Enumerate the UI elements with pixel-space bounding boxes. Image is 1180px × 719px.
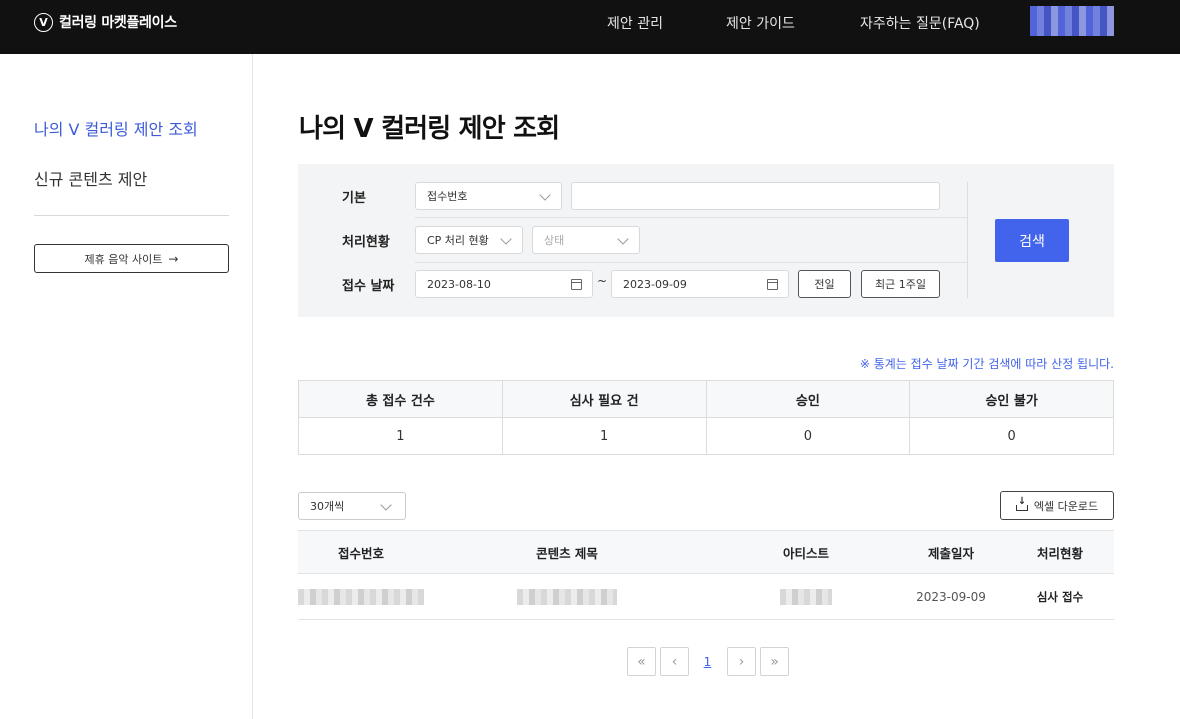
cell-content-title[interactable] bbox=[482, 574, 652, 619]
page-number-current[interactable]: 1 bbox=[693, 647, 722, 676]
basic-search-input[interactable] bbox=[571, 182, 940, 210]
chevron-down-icon bbox=[380, 499, 392, 511]
statistics-value-row: 1 1 0 0 bbox=[299, 418, 1113, 454]
date-from-field[interactable]: 2023-08-10 bbox=[415, 270, 593, 298]
date-range-separator: ~ bbox=[597, 274, 608, 288]
top-navigation-bar: V 컬러링 마켓플레이스 제안 관리 제안 가이드 자주하는 질문(FAQ) bbox=[0, 0, 1180, 54]
basic-filter-value: 접수번호 bbox=[427, 190, 468, 203]
next-page-button[interactable]: › bbox=[727, 647, 756, 676]
stat-header-review-needed: 심사 필요 건 bbox=[503, 381, 707, 417]
sidebar-item-my-proposals[interactable]: 나의 V 컬러링 제안 조회 bbox=[34, 116, 198, 140]
cp-status-value: CP 처리 현황 bbox=[427, 234, 489, 247]
status-filter-label: 처리현황 bbox=[342, 235, 390, 250]
sidebar-divider bbox=[34, 215, 229, 216]
page-size-value: 30개씩 bbox=[310, 500, 345, 513]
previous-page-button[interactable]: ‹ bbox=[660, 647, 689, 676]
cell-artist bbox=[736, 574, 876, 619]
page-title: 나의 V 컬러링 제안 조회 bbox=[299, 114, 560, 144]
nav-proposal-guide[interactable]: 제안 가이드 bbox=[726, 13, 795, 33]
previous-day-button[interactable]: 전일 bbox=[798, 270, 851, 298]
excel-download-button[interactable]: 엑셀 다운로드 bbox=[1000, 491, 1114, 520]
stat-header-rejected: 승인 불가 bbox=[985, 393, 1038, 409]
stat-value-approved: 0 bbox=[707, 418, 911, 454]
search-button[interactable]: 검색 bbox=[995, 219, 1069, 262]
basic-filter-select[interactable]: 접수번호 bbox=[415, 182, 562, 210]
table-row[interactable]: 2023-09-09 심사 접수 bbox=[298, 574, 1114, 620]
calendar-icon[interactable] bbox=[571, 279, 582, 290]
partner-button-label: 제휴 음악 사이트 bbox=[84, 252, 163, 266]
col-header-content-title[interactable]: 콘텐츠 제목 bbox=[482, 531, 652, 573]
redacted-content-title bbox=[517, 588, 617, 605]
arrow-right-icon: → bbox=[168, 251, 179, 266]
nav-faq[interactable]: 자주하는 질문(FAQ) bbox=[860, 13, 980, 33]
partner-music-site-button[interactable]: 제휴 음악 사이트 → bbox=[34, 244, 229, 273]
stat-header-approved: 승인 bbox=[707, 381, 911, 417]
status-select[interactable]: 상태 bbox=[532, 226, 640, 254]
list-header-row: 접수번호 콘텐츠 제목 아티스트 제출일자 처리현황 bbox=[298, 530, 1114, 574]
stat-value-total: 1 bbox=[299, 418, 503, 454]
cell-submit-date: 2023-09-09 bbox=[916, 589, 986, 604]
date-to-value: 2023-09-09 bbox=[623, 277, 687, 291]
stat-value-rejected: 0 bbox=[1007, 428, 1016, 444]
date-from-value: 2023-08-10 bbox=[427, 277, 491, 291]
last-week-button[interactable]: 최근 1주일 bbox=[861, 270, 940, 298]
calendar-icon[interactable] bbox=[767, 279, 778, 290]
cell-status: 심사 접수 bbox=[1036, 589, 1084, 604]
redacted-artist bbox=[780, 588, 832, 605]
first-page-button[interactable]: « bbox=[627, 647, 656, 676]
statistics-header-row: 총 접수 건수 심사 필요 건 승인 승인 불가 bbox=[299, 381, 1113, 418]
chevron-down-icon bbox=[539, 189, 551, 201]
filter-row-divider bbox=[415, 262, 968, 263]
nav-proposal-management[interactable]: 제안 관리 bbox=[607, 13, 663, 33]
proposal-list-table: 접수번호 콘텐츠 제목 아티스트 제출일자 처리현황 2023-09-09 심사… bbox=[298, 530, 1114, 620]
sidebar-item-new-proposal[interactable]: 신규 콘텐츠 제안 bbox=[34, 166, 147, 190]
statistics-table: 총 접수 건수 심사 필요 건 승인 승인 불가 1 1 0 0 bbox=[298, 380, 1114, 455]
chevron-down-icon bbox=[617, 233, 629, 245]
cell-receipt-number bbox=[298, 574, 424, 619]
search-filter-panel: 기본 접수번호 처리현황 CP 처리 현황 상태 접수 날짜 2023-08-1… bbox=[298, 164, 1114, 317]
redacted-receipt-number bbox=[298, 588, 424, 605]
last-page-button[interactable]: » bbox=[760, 647, 789, 676]
brand-logo[interactable]: V 컬러링 마켓플레이스 bbox=[34, 12, 177, 32]
chevron-down-icon bbox=[500, 233, 512, 245]
col-header-artist[interactable]: 아티스트 bbox=[736, 531, 876, 573]
col-header-submit-date[interactable]: 제출일자 bbox=[903, 531, 999, 573]
stat-header-total: 총 접수 건수 bbox=[299, 381, 503, 417]
cp-status-select[interactable]: CP 처리 현황 bbox=[415, 226, 523, 254]
page-size-select[interactable]: 30개씩 bbox=[298, 492, 406, 520]
basic-filter-label: 기본 bbox=[342, 191, 366, 206]
col-header-receipt-number[interactable]: 접수번호 bbox=[298, 531, 424, 573]
download-icon bbox=[1015, 496, 1028, 511]
brand-name: 컬러링 마켓플레이스 bbox=[59, 15, 177, 31]
statistics-notice: ※ 통계는 접수 날짜 기간 검색에 따라 산정 됩니다. bbox=[859, 357, 1114, 371]
col-header-status[interactable]: 처리현황 bbox=[1016, 531, 1104, 573]
excel-download-label: 엑셀 다운로드 bbox=[1033, 499, 1099, 513]
stat-value-review-needed: 1 bbox=[503, 418, 707, 454]
filter-vertical-divider bbox=[967, 182, 968, 298]
sidebar: 나의 V 컬러링 제안 조회 신규 콘텐츠 제안 제휴 음악 사이트 → bbox=[0, 54, 253, 719]
logo-v-icon: V bbox=[34, 12, 53, 32]
status-select-placeholder: 상태 bbox=[544, 234, 565, 247]
date-to-field[interactable]: 2023-09-09 bbox=[611, 270, 789, 298]
filter-row-divider bbox=[415, 217, 968, 218]
user-account-redacted[interactable] bbox=[1030, 6, 1114, 36]
date-filter-label: 접수 날짜 bbox=[342, 279, 395, 294]
